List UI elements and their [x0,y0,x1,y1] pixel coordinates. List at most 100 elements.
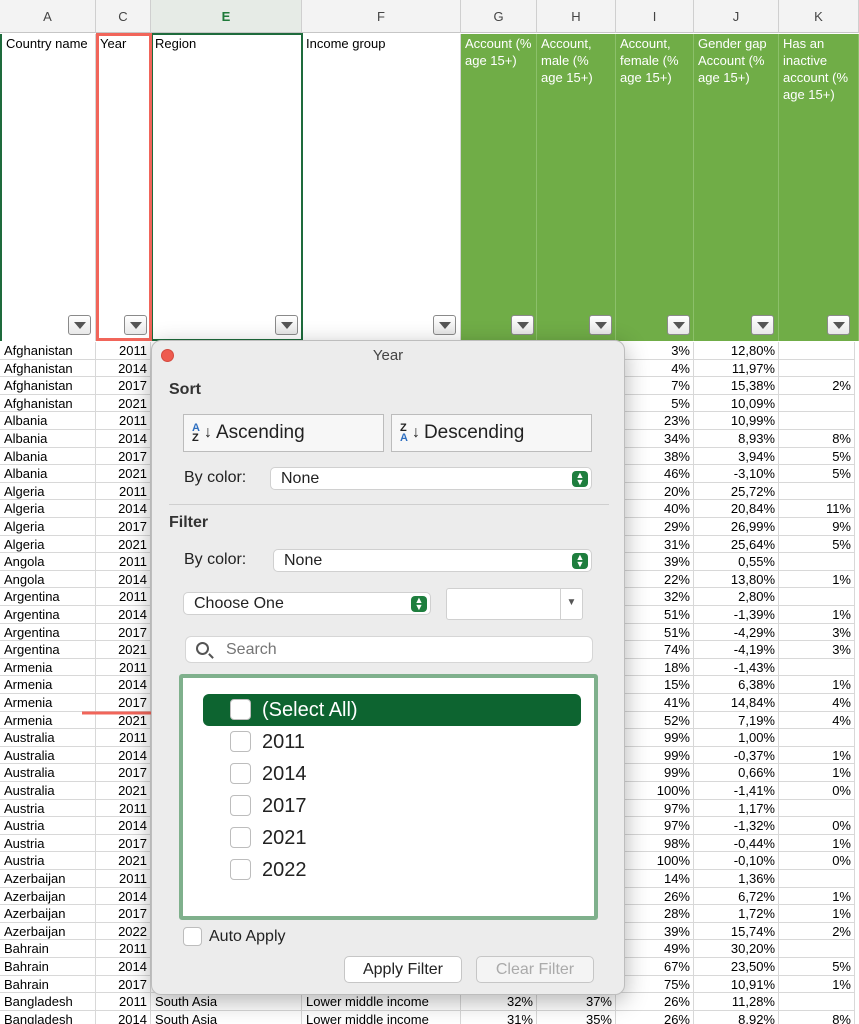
cell-country[interactable]: Armenia [0,658,96,677]
cell-account-female[interactable]: 3% [616,342,694,360]
filter-button-account-female[interactable] [667,315,690,335]
cell-inactive[interactable] [779,588,855,606]
checkbox[interactable] [230,699,251,720]
list-item-select-all[interactable]: (Select All) [203,694,581,726]
cell-gender-gap[interactable]: 10,09% [694,394,779,413]
clear-filter-button[interactable]: Clear Filter [476,956,594,983]
cell-country[interactable]: Argentina [0,588,96,606]
column-header-c[interactable]: C [96,0,151,33]
cell-account-female[interactable]: 34% [616,430,694,448]
cell-account-female[interactable]: 22% [616,570,694,589]
cell-country[interactable]: Albania [0,465,96,483]
cell-inactive[interactable]: 5% [779,535,855,554]
cell-account-female[interactable]: 28% [616,905,694,923]
cell-account-female[interactable]: 14% [616,870,694,888]
cell-year[interactable]: 2014 [96,606,151,624]
cell-gender-gap[interactable]: -4,19% [694,641,779,659]
cell-gender-gap[interactable]: 10,91% [694,975,779,994]
cell-country[interactable]: Afghanistan [0,359,96,378]
cell-account-female[interactable]: 26% [616,887,694,906]
cell-country[interactable]: Angola [0,553,96,571]
cell-country[interactable]: Azerbaijan [0,922,96,941]
cell-country[interactable]: Azerbaijan [0,870,96,888]
cell-account-female[interactable]: 20% [616,482,694,501]
cell-account-female[interactable]: 15% [616,676,694,694]
cell-account-female[interactable]: 5% [616,394,694,413]
column-header-f[interactable]: F [302,0,461,33]
cell-account-female[interactable]: 41% [616,694,694,712]
cell-year[interactable]: 2014 [96,1010,151,1024]
cell-year[interactable]: 2017 [96,905,151,923]
cell-income[interactable]: Lower middle income [302,1010,461,1024]
cell-year[interactable]: 2011 [96,588,151,606]
cell-year[interactable]: 2014 [96,676,151,694]
search-box[interactable] [185,636,593,663]
cell-account-female[interactable]: 49% [616,940,694,958]
cell-inactive[interactable]: 8% [779,1010,855,1024]
cell-gender-gap[interactable]: 11,97% [694,359,779,378]
cell-country[interactable]: Australia [0,729,96,747]
cell-year[interactable]: 2011 [96,993,151,1011]
cell-year[interactable]: 2011 [96,729,151,747]
cell-gender-gap[interactable]: -0,10% [694,852,779,870]
cell-account[interactable]: 32% [461,993,537,1011]
column-header-i[interactable]: I [616,0,694,33]
cell-year[interactable]: 2022 [96,922,151,941]
cell-inactive[interactable]: 11% [779,500,855,518]
filter-color-select[interactable]: None ▲ ▼ [273,549,592,572]
cell-year[interactable]: 2011 [96,412,151,430]
cell-account-female[interactable]: 74% [616,641,694,659]
cell-country[interactable]: Armenia [0,676,96,694]
cell-country[interactable]: Algeria [0,518,96,536]
cell-gender-gap[interactable]: 11,28% [694,993,779,1011]
cell-inactive[interactable]: 5% [779,447,855,466]
condition-select[interactable]: Choose One ▲ ▼ [183,592,431,615]
cell-country[interactable]: Albania [0,447,96,466]
cell-region[interactable]: South Asia [151,993,302,1011]
header-cell-inactive[interactable]: Has an inactive account (% age 15+) [779,34,859,341]
filter-button-country[interactable] [68,315,91,335]
cell-inactive[interactable] [779,342,855,360]
cell-gender-gap[interactable]: 26,99% [694,518,779,536]
cell-inactive[interactable] [779,359,855,378]
column-header-e[interactable]: E [151,0,302,33]
cell-country[interactable]: Bahrain [0,940,96,958]
cell-account-female[interactable]: 98% [616,834,694,853]
condition-value-combo[interactable]: ▼ [446,588,583,620]
cell-inactive[interactable] [779,658,855,677]
cell-gender-gap[interactable]: 1,00% [694,729,779,747]
header-cell-income[interactable]: Income group [302,34,461,341]
cell-year[interactable]: 2021 [96,465,151,483]
cell-gender-gap[interactable]: 25,64% [694,535,779,554]
cell-account-male[interactable]: 35% [537,1010,616,1024]
checkbox[interactable] [230,731,251,752]
cell-country[interactable]: Afghanistan [0,342,96,360]
cell-inactive[interactable]: 2% [779,922,855,941]
cell-gender-gap[interactable]: 6,38% [694,676,779,694]
cell-country[interactable]: Albania [0,412,96,430]
cell-inactive[interactable]: 0% [779,817,855,835]
cell-year[interactable]: 2014 [96,887,151,906]
cell-gender-gap[interactable]: -4,29% [694,623,779,642]
cell-country[interactable]: Afghanistan [0,394,96,413]
cell-gender-gap[interactable]: -1,32% [694,817,779,835]
list-item-2014[interactable]: 2014 [203,758,581,790]
cell-year[interactable]: 2014 [96,570,151,589]
cell-account-female[interactable]: 97% [616,799,694,818]
cell-year[interactable]: 2014 [96,430,151,448]
cell-country[interactable]: Bangladesh [0,993,96,1011]
cell-year[interactable]: 2017 [96,834,151,853]
cell-country[interactable]: Albania [0,430,96,448]
auto-apply-checkbox[interactable] [183,927,202,946]
cell-account-female[interactable]: 67% [616,958,694,976]
cell-year[interactable]: 2021 [96,852,151,870]
sort-ascending-button[interactable]: AZ ↓ Ascending [183,414,384,452]
cell-inactive[interactable] [779,940,855,958]
cell-year[interactable]: 2017 [96,623,151,642]
cell-gender-gap[interactable]: 23,50% [694,958,779,976]
cell-inactive[interactable] [779,482,855,501]
cell-year[interactable]: 2017 [96,518,151,536]
list-item-2022[interactable]: 2022 [203,854,581,886]
cell-account-female[interactable]: 26% [616,1010,694,1024]
cell-inactive[interactable] [779,412,855,430]
